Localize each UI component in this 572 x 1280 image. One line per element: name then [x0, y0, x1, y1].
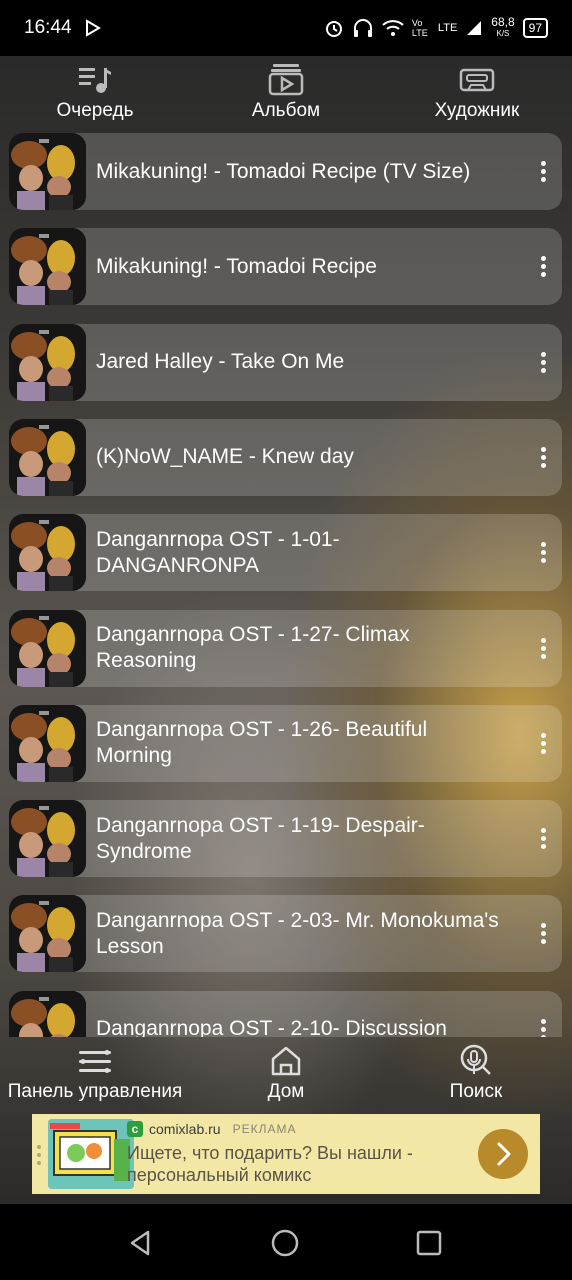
nav-control-panel[interactable]: Панель управления: [0, 1037, 190, 1111]
album-art-thumbnail: [9, 895, 86, 973]
tab-album[interactable]: Альбом: [206, 56, 366, 132]
album-art-image: [9, 514, 86, 592]
song-row[interactable]: Danganrnopa OST - 1-19- Despair-Syndrome: [9, 800, 562, 878]
song-title: Danganrnopa OST - 2-03- Mr. Monokuma's L…: [96, 908, 499, 958]
wifi-icon: [382, 20, 404, 36]
song-list[interactable]: Mikakuning! - Tomadoi Recipe (TV Size) M…: [9, 133, 563, 1037]
more-options-icon[interactable]: [536, 1017, 550, 1037]
album-art-image: [9, 990, 86, 1037]
song-row[interactable]: Danganrnopa OST - 1-26- Beautiful Mornin…: [9, 704, 562, 782]
play-store-icon: [85, 19, 101, 37]
song-row[interactable]: Danganrnopa OST - 1-01- DANGANRONPA: [9, 514, 562, 592]
song-title: Danganrnopa OST - 1-26- Beautiful Mornin…: [96, 718, 428, 768]
tab-label: Художник: [434, 100, 520, 121]
album-icon: [268, 64, 304, 96]
more-options-icon[interactable]: [536, 921, 550, 945]
recents-icon[interactable]: [415, 1229, 443, 1257]
comixlab-logo-icon: c: [127, 1121, 143, 1137]
album-art-image: [9, 800, 86, 878]
clock: 16:44: [24, 17, 72, 38]
artist-cassette-icon: [459, 68, 495, 92]
bottom-nav: Панель управления Дом Поиск: [0, 1037, 572, 1111]
nav-search[interactable]: Поиск: [426, 1037, 526, 1111]
ad-open-button[interactable]: [478, 1129, 528, 1179]
song-row[interactable]: Danganrnopa OST - 2-10- Discussion: [9, 990, 562, 1037]
album-art-thumbnail: [9, 800, 86, 878]
more-options-icon[interactable]: [536, 159, 550, 183]
album-art-image: [9, 704, 86, 782]
ad-banner[interactable]: c comixlab.ru РЕКЛАМА Ищете, что подарит…: [32, 1114, 540, 1194]
song-row[interactable]: Jared Halley - Take On Me: [9, 323, 562, 401]
queue-music-icon: [79, 68, 111, 93]
volte-indicator: Vo LTE: [411, 18, 428, 38]
song-title: Danganrnopa OST - 1-19- Despair-Syndrome: [96, 813, 425, 863]
more-options-icon[interactable]: [536, 731, 550, 755]
album-art-thumbnail: [9, 990, 86, 1037]
album-art-image: [9, 228, 86, 306]
song-title: Danganrnopa OST - 1-01- DANGANRONPA: [96, 527, 340, 577]
ad-source: c comixlab.ru РЕКЛАМА: [127, 1121, 296, 1137]
nav-label: Дом: [267, 1081, 305, 1102]
album-art-thumbnail: [9, 514, 86, 592]
alarm-icon: [325, 21, 342, 37]
tab-label: Очередь: [56, 100, 134, 121]
more-options-icon[interactable]: [536, 826, 550, 850]
album-art-image: [9, 418, 86, 496]
album-art-image: [9, 133, 86, 210]
top-tabs: Очередь Альбом Художник: [0, 56, 572, 132]
nav-label: Поиск: [449, 1081, 503, 1102]
album-art-thumbnail: [9, 704, 86, 782]
voice-search-icon: [460, 1044, 491, 1075]
album-art-thumbnail: [9, 228, 86, 306]
song-title: Mikakuning! - Tomadoi Recipe (TV Size): [96, 159, 471, 183]
home-icon: [271, 1046, 301, 1076]
ad-text: Ищете, что подарить? Вы нашли - персонал…: [127, 1143, 413, 1185]
status-bar: 16:44 Vo LTE LTE 68,8 K/S 97: [0, 0, 572, 56]
nav-home[interactable]: Дом: [236, 1037, 336, 1111]
home-circle-icon[interactable]: [270, 1228, 300, 1258]
tab-label: Альбом: [251, 100, 321, 121]
song-row[interactable]: (K)NoW_NAME - Knew day: [9, 418, 562, 496]
song-title: Danganrnopa OST - 1-27- Climax Reasoning: [96, 623, 410, 672]
album-art-thumbnail: [9, 418, 86, 496]
chevron-right-icon: [497, 1142, 511, 1166]
song-title: Mikakuning! - Tomadoi Recipe: [96, 254, 377, 278]
control-panel-icon: [79, 1050, 111, 1073]
lte-indicator: LTE: [437, 22, 458, 34]
ad-image: [48, 1119, 134, 1189]
drag-handle-icon: [36, 1144, 42, 1166]
album-art-thumbnail: [9, 609, 86, 687]
system-nav-bar: [0, 1204, 572, 1280]
song-row[interactable]: Danganrnopa OST - 2-03- Mr. Monokuma's L…: [9, 895, 562, 973]
headphones-icon: [353, 19, 372, 37]
nav-label: Панель управления: [7, 1081, 183, 1102]
song-row[interactable]: Mikakuning! - Tomadoi Recipe (TV Size): [9, 133, 562, 210]
more-options-icon[interactable]: [536, 350, 550, 374]
net-speed: 68,8 K/S: [491, 15, 515, 38]
song-row[interactable]: Mikakuning! - Tomadoi Recipe: [9, 228, 562, 306]
signal-icon: [467, 21, 482, 35]
more-options-icon[interactable]: [536, 540, 550, 564]
more-options-icon[interactable]: [536, 254, 550, 278]
more-options-icon[interactable]: [536, 636, 550, 660]
album-art-image: [9, 895, 86, 973]
more-options-icon[interactable]: [536, 445, 550, 469]
tab-artist[interactable]: Художник: [397, 56, 557, 132]
song-title: Danganrnopa OST - 2-10- Discussion: [96, 1017, 447, 1037]
battery-indicator: 97: [522, 18, 548, 38]
album-art-thumbnail: [9, 133, 86, 210]
album-art-image: [9, 323, 86, 401]
song-title: (K)NoW_NAME - Knew day: [96, 445, 354, 469]
album-art-image: [9, 609, 86, 687]
song-row[interactable]: Danganrnopa OST - 1-27- Climax Reasoning: [9, 609, 562, 687]
tab-queue[interactable]: Очередь: [15, 56, 175, 132]
back-icon[interactable]: [126, 1228, 156, 1258]
song-title: Jared Halley - Take On Me: [96, 350, 345, 374]
ad-tag: РЕКЛАМА: [232, 1122, 297, 1136]
ad-domain: comixlab.ru: [149, 1121, 221, 1137]
album-art-thumbnail: [9, 323, 86, 401]
